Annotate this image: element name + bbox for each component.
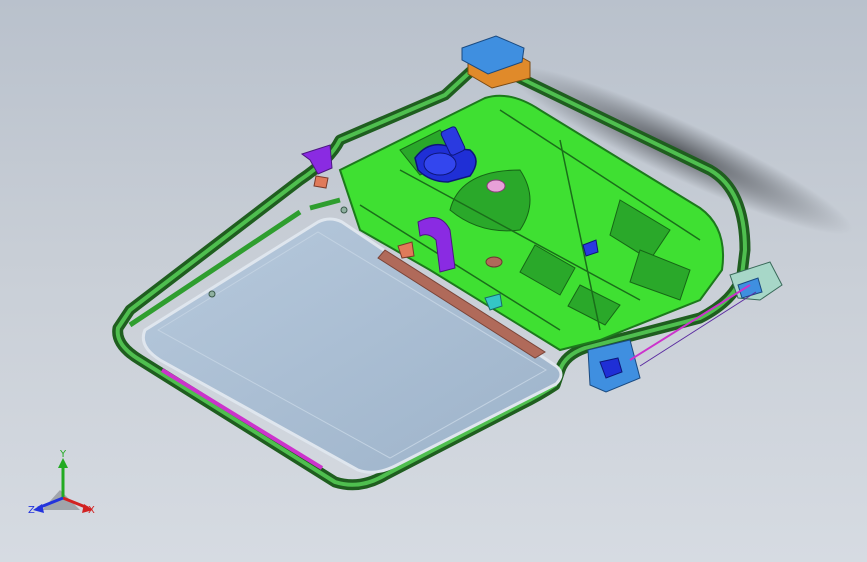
triad-arrows [33, 458, 93, 513]
coordinate-triad: Y X Z [22, 446, 112, 526]
cad-viewport[interactable]: Y X Z [0, 0, 867, 562]
pivot-hub [486, 179, 506, 193]
frame-fastener [340, 206, 348, 214]
drive-motor-cap [423, 152, 457, 176]
x-axis-label: X [88, 505, 95, 516]
y-axis-label: Y [60, 449, 67, 460]
pivot-hub [485, 256, 503, 268]
z-axis-label: Z [28, 505, 35, 516]
link-bracket [313, 175, 329, 189]
frame-fastener [208, 290, 216, 298]
sunroof-assembly-model[interactable] [0, 0, 867, 562]
